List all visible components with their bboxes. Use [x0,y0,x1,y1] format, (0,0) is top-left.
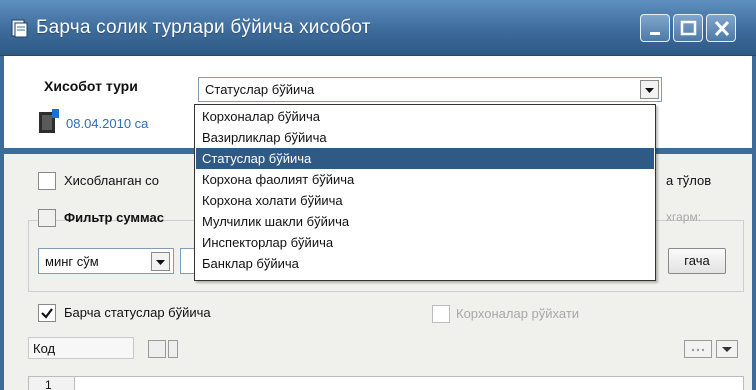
unit-select[interactable]: минг сўм [38,248,174,274]
code-filter-button[interactable] [148,340,166,358]
report-date-link[interactable]: 08.04.2010 са [66,116,148,131]
apply-range-button[interactable]: гача [668,248,726,274]
chevron-down-icon [645,88,654,93]
option-ministries[interactable]: Вазирликлар бўйича [196,127,654,148]
unit-dropdown-button[interactable] [151,252,170,271]
table-row[interactable]: 1 [28,376,744,390]
window-title: Барча солик турлари бўйича хисобот [36,17,371,38]
column-dropdown-button[interactable] [716,340,738,358]
unit-value: минг сўм [45,254,99,269]
ellipsis-icon [691,348,705,352]
companies-list-label: Корхоналар рўйхати [456,306,580,321]
calculated-checkbox[interactable] [38,172,56,190]
calculated-tail-label: а тўлов [666,173,712,188]
row-number: 1 [29,377,75,390]
range-hint-label: хгарм: [666,210,702,224]
close-button[interactable] [706,14,736,42]
checkmark-icon [41,308,53,319]
chevron-down-icon [156,260,165,265]
option-enterprise-activity[interactable]: Корхона фаолият бўйича [196,169,654,190]
report-type-value: Статуслар бўйича [205,82,315,97]
code-filter-edge [168,340,178,358]
code-column-header[interactable]: Код [28,337,134,359]
title-bar: Барча солик турлари бўйича хисобот [0,0,756,56]
all-statuses-label: Барча статуслар бўйича [64,305,211,320]
option-statuses[interactable]: Статуслар бўйича [196,148,654,169]
minimize-icon [650,32,660,35]
report-type-select[interactable]: Статуслар бўйича [198,77,662,102]
document-icon [39,109,59,133]
chevron-down-icon [722,347,732,352]
option-inspectors[interactable]: Инспекторлар бўйича [196,232,654,253]
calculated-label: Хисобланган со [64,173,160,188]
all-statuses-checkbox[interactable] [38,304,56,322]
option-enterprise-state[interactable]: Корхона холати бўйича [196,190,654,211]
maximize-icon [680,20,697,36]
code-header-label: Код [33,341,56,356]
filter-sum-label: Фильтр суммас [64,210,164,225]
maximize-button[interactable] [673,14,703,42]
option-enterprises[interactable]: Корхоналар бўйича [196,106,654,127]
report-type-label: Хисобот тури [44,78,138,94]
option-ownership-form[interactable]: Мулчилик шакли бўйича [196,211,654,232]
filter-sum-checkbox[interactable] [38,209,56,227]
column-menu-button[interactable] [684,340,712,358]
report-type-dropdown-list[interactable]: Корхоналар бўйича Вазирликлар бўйича Ста… [194,104,656,281]
option-banks[interactable]: Банклар бўйича [196,253,654,274]
minimize-button[interactable] [640,14,670,42]
app-icon [11,19,28,38]
close-icon [714,20,730,37]
companies-list-checkbox[interactable] [432,305,450,323]
dropdown-arrow-button[interactable] [640,80,659,99]
